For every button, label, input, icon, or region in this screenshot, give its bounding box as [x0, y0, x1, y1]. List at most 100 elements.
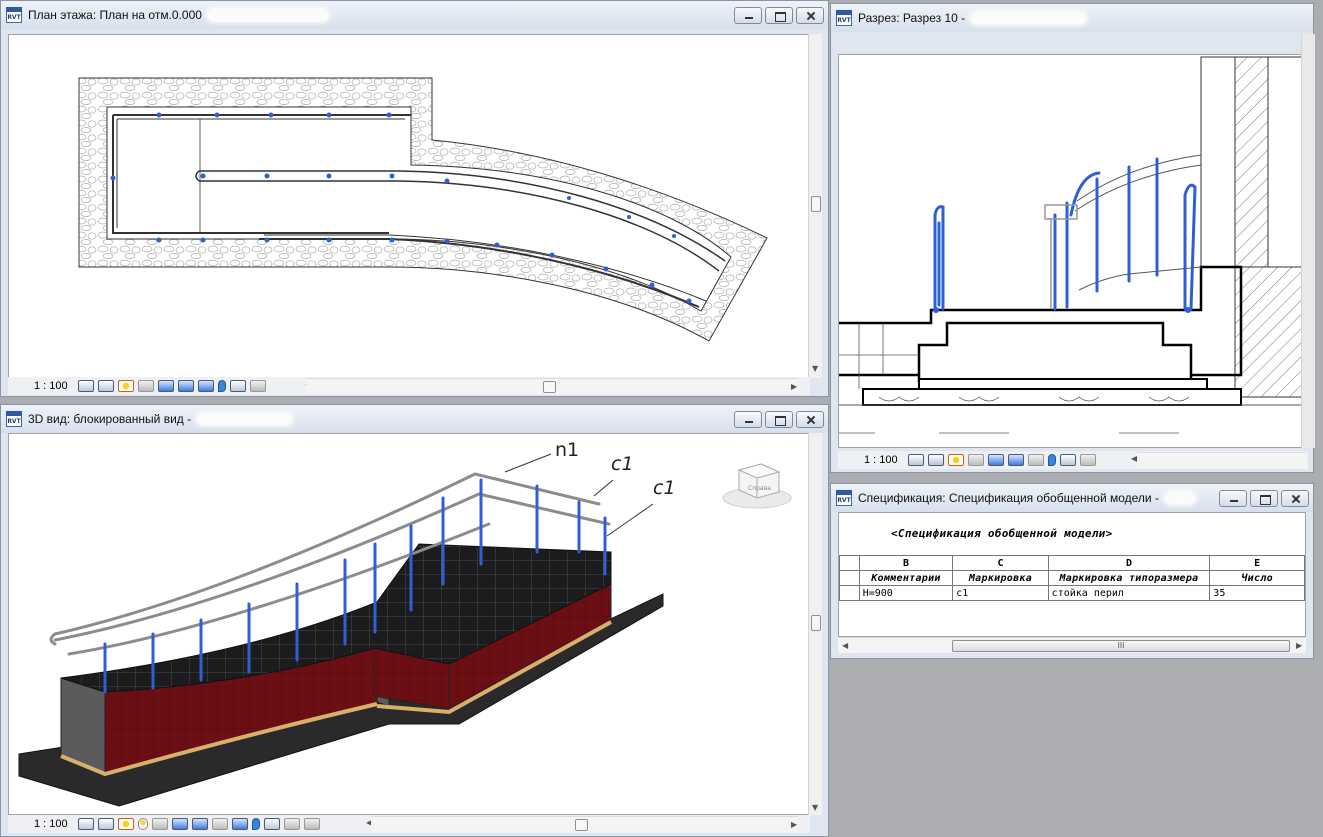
column-letter[interactable]: D	[1047, 555, 1211, 571]
column-name[interactable]: Комментарии	[858, 570, 954, 586]
highlight-displacement-icon[interactable]	[304, 818, 320, 830]
plan-titlebar[interactable]: RVT План этажа: План на отм.0.000	[1, 1, 828, 29]
column-letter[interactable]: C	[952, 555, 1049, 571]
section-drawing	[839, 56, 1307, 434]
reveal-hidden-icon[interactable]	[252, 818, 260, 830]
table-cell[interactable]: H=900	[858, 585, 954, 601]
viewcube-icon[interactable]: Справа	[722, 463, 792, 509]
minimize-icon[interactable]	[1219, 490, 1247, 507]
3d-ramp-model: n1 c1 c1 Справа	[18, 439, 792, 807]
crop-view-icon[interactable]	[988, 454, 1004, 466]
schedule-canvas[interactable]: <Спецификация обобщенной модели> B C D E…	[838, 512, 1306, 637]
shadows-icon[interactable]	[138, 380, 154, 392]
analytical-model-icon[interactable]	[1080, 454, 1096, 466]
schedule-window[interactable]: RVT Спецификация: Спецификация обобщенно…	[830, 483, 1314, 659]
visual-style-icon[interactable]	[98, 818, 114, 830]
maximize-icon[interactable]	[1250, 490, 1278, 507]
table-cell[interactable]: стойка перил	[1047, 585, 1211, 601]
close-icon[interactable]	[1281, 490, 1309, 507]
maximize-icon[interactable]	[765, 7, 793, 24]
3d-horizontal-scrollbar[interactable]: ▶	[371, 816, 798, 832]
table-cell[interactable]: 35	[1209, 585, 1305, 601]
row-header-cell[interactable]	[839, 585, 860, 601]
sun-path-icon[interactable]	[118, 380, 134, 392]
column-name[interactable]: Маркировка	[952, 570, 1049, 586]
revit-document-icon: RVT	[6, 411, 22, 427]
lock-view-icon[interactable]	[230, 380, 246, 392]
column-letter[interactable]: E	[1209, 555, 1305, 571]
detail-level-icon[interactable]	[78, 380, 94, 392]
section-titlebar[interactable]: RVT Разрез: Разрез 10 -	[831, 4, 1313, 32]
section-scale-label[interactable]: 1 : 100	[838, 454, 908, 466]
section-horizontal-scrollbar[interactable]	[1137, 452, 1307, 468]
redacted-filename	[207, 9, 328, 21]
plan-scale-label[interactable]: 1 : 100	[8, 380, 78, 392]
maximize-icon[interactable]	[765, 411, 793, 428]
section-canvas[interactable]	[838, 54, 1308, 448]
column-name[interactable]: Маркировка типоразмера	[1047, 570, 1211, 586]
visual-style-icon[interactable]	[98, 380, 114, 392]
redacted-filename	[197, 413, 293, 425]
3d-vscroll-thumb[interactable]	[811, 615, 821, 631]
temporary-hide-icon[interactable]	[232, 818, 248, 830]
plan-canvas[interactable]	[8, 34, 810, 378]
plan-window[interactable]: RVT План этажа: План на отм.0.000 ▼ 1: …	[0, 0, 829, 397]
show-crop-region-icon[interactable]	[192, 818, 208, 830]
shadows-icon[interactable]	[968, 454, 984, 466]
3d-hscroll-thumb[interactable]	[575, 819, 588, 831]
schedule-table[interactable]: B C D E Комментарии Маркировка Маркировк…	[839, 555, 1305, 601]
3d-view-window[interactable]: RVT 3D вид: блокированный вид - n1 c1 c1…	[0, 404, 829, 837]
revit-document-icon: RVT	[6, 7, 22, 23]
row-header-cell[interactable]	[839, 555, 860, 571]
redacted-filename	[1164, 492, 1195, 504]
temporary-hide-icon[interactable]	[198, 380, 214, 392]
detail-level-icon[interactable]	[78, 818, 94, 830]
crop-view-icon[interactable]	[172, 818, 188, 830]
minimize-icon[interactable]	[734, 411, 762, 428]
revit-document-icon: RVT	[836, 10, 852, 26]
revit-document-icon: RVT	[836, 490, 852, 506]
hide-elements-icon[interactable]	[1028, 454, 1044, 466]
reveal-hidden-icon[interactable]	[218, 380, 226, 392]
plan-vscroll-thumb[interactable]	[811, 196, 821, 212]
schedule-horizontal-scrollbar[interactable]: ◀ III ▶	[838, 637, 1306, 653]
column-name-row: Комментарии Маркировка Маркировка типора…	[839, 570, 1305, 586]
3d-view-canvas[interactable]: n1 c1 c1 Справа	[8, 433, 810, 815]
crop-view-icon[interactable]	[158, 380, 174, 392]
column-name[interactable]: Число	[1209, 570, 1305, 586]
unlocked-3d-view-icon[interactable]	[212, 818, 228, 830]
render-icon[interactable]	[138, 818, 148, 830]
floor-plan-drawing	[78, 77, 768, 342]
3d-scale-label[interactable]: 1 : 100	[8, 818, 78, 830]
section-vertical-scrollbar[interactable]	[1301, 34, 1315, 448]
3d-view-titlebar[interactable]: RVT 3D вид: блокированный вид -	[1, 405, 828, 433]
table-row[interactable]: H=900 c1 стойка перил 35	[839, 585, 1305, 601]
section-window[interactable]: RVT Разрез: Разрез 10 - 1: 100 ◀	[830, 3, 1315, 473]
close-icon[interactable]	[796, 7, 824, 24]
analytical-model-icon[interactable]	[284, 818, 300, 830]
visual-style-icon[interactable]	[928, 454, 944, 466]
callout-label-c1: c1	[611, 453, 634, 475]
analytical-model-icon[interactable]	[250, 380, 266, 392]
sun-path-icon[interactable]	[948, 454, 964, 466]
reveal-hidden-icon[interactable]	[1048, 454, 1056, 466]
sun-path-icon[interactable]	[118, 818, 134, 830]
close-icon[interactable]	[796, 411, 824, 428]
lock-view-icon[interactable]	[264, 818, 280, 830]
lock-view-icon[interactable]	[1060, 454, 1076, 466]
plan-vertical-scrollbar[interactable]: ▼	[808, 34, 822, 378]
3d-view-vertical-scrollbar[interactable]: ▼	[808, 433, 822, 815]
show-crop-region-icon[interactable]	[1008, 454, 1024, 466]
minimize-icon[interactable]	[734, 7, 762, 24]
show-crop-region-icon[interactable]	[178, 380, 194, 392]
detail-level-icon[interactable]	[908, 454, 924, 466]
column-letter[interactable]: B	[858, 555, 954, 571]
schedule-hscroll-thumb[interactable]: III	[952, 640, 1290, 652]
plan-horizontal-scrollbar[interactable]: ▶	[306, 378, 798, 394]
row-header-cell[interactable]	[839, 570, 860, 586]
plan-hscroll-thumb[interactable]	[543, 381, 556, 393]
3d-view-window-title: 3D вид: блокированный вид -	[28, 412, 192, 426]
shadows-icon[interactable]	[152, 818, 168, 830]
table-cell[interactable]: c1	[952, 585, 1049, 601]
schedule-titlebar[interactable]: RVT Спецификация: Спецификация обобщенно…	[831, 484, 1313, 512]
